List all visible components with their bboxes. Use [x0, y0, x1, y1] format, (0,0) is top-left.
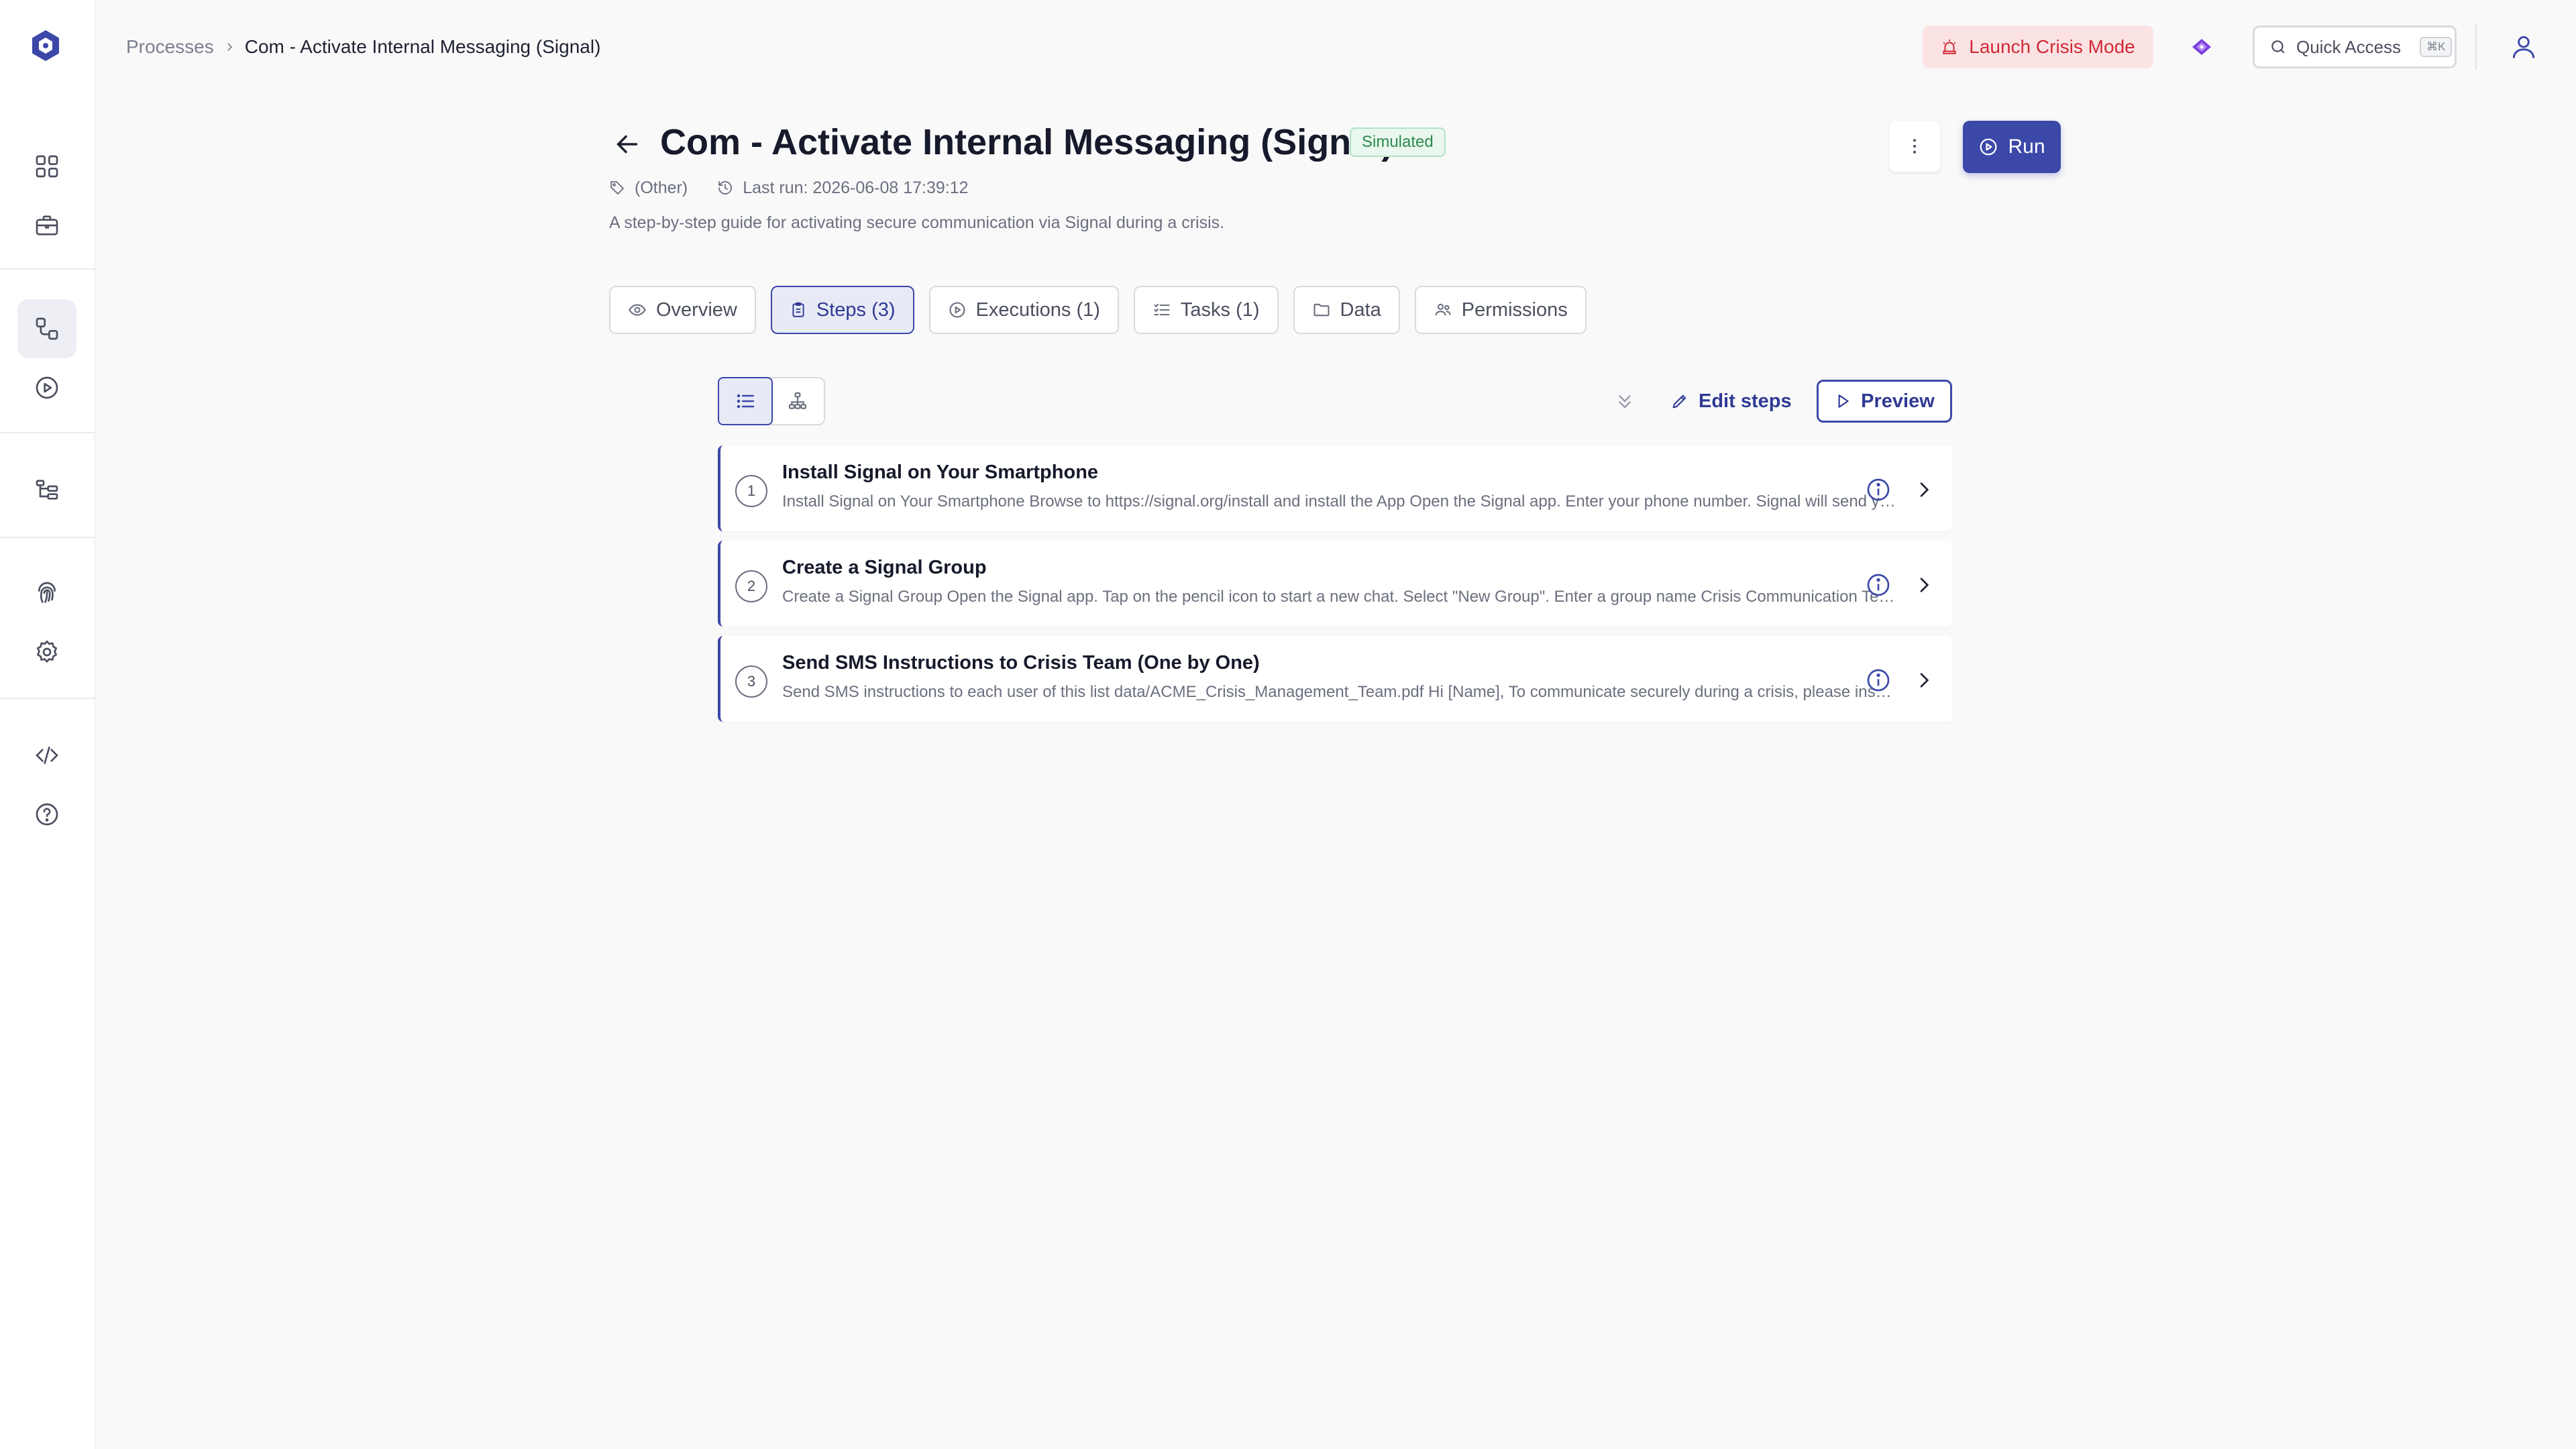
ai-assistant-icon[interactable] [2188, 34, 2215, 60]
step-row[interactable]: 1 Install Signal on Your Smartphone Inst… [718, 445, 1952, 531]
processes-icon[interactable] [17, 299, 76, 358]
tab-data[interactable]: Data [1293, 286, 1400, 334]
tree-icon [788, 392, 807, 409]
tab-label: Tasks (1) [1180, 299, 1260, 321]
breadcrumb: Processes Com - Activate Internal Messag… [126, 34, 600, 60]
tab-label: Overview [656, 299, 737, 321]
tab-label: Permissions [1461, 299, 1568, 321]
step-title: Create a Signal Group [782, 557, 987, 578]
tab-steps[interactable]: Steps (3) [770, 286, 914, 334]
step-number: 1 [735, 475, 767, 507]
chevron-right-icon[interactable] [1913, 479, 1935, 500]
crisis-label: Launch Crisis Mode [1969, 36, 2135, 57]
collapse-all-icon[interactable] [1613, 389, 1637, 413]
step-title: Send SMS Instructions to Crisis Team (On… [782, 652, 1260, 674]
step-description: Create a Signal Group Open the Signal ap… [782, 588, 1896, 606]
step-row[interactable]: 2 Create a Signal Group Create a Signal … [718, 541, 1952, 627]
back-arrow-icon[interactable] [612, 129, 643, 160]
edit-steps-button[interactable]: Edit steps [1670, 388, 1792, 415]
step-row[interactable]: 3 Send SMS Instructions to Crisis Team (… [718, 636, 1952, 722]
sidebar-divider [0, 268, 95, 270]
step-number: 2 [735, 570, 767, 602]
breadcrumb-current: Com - Activate Internal Messaging (Signa… [244, 36, 601, 57]
quick-access-search[interactable]: Quick Access ⌘K [2253, 25, 2457, 68]
clipboard-icon [790, 301, 807, 319]
more-options-button[interactable] [1889, 121, 1940, 172]
sidebar [0, 0, 95, 1449]
step-description: Install Signal on Your Smartphone Browse… [782, 492, 1896, 511]
sidebar-divider [0, 537, 95, 538]
process-meta: (Other) Last run: 2026-06-08 17:39:12 [609, 176, 969, 200]
tab-overview[interactable]: Overview [609, 286, 756, 334]
user-profile-icon[interactable] [2509, 32, 2538, 62]
info-icon[interactable] [1865, 572, 1892, 598]
tab-bar: Overview Steps (3) Executions (1) Tasks … [609, 286, 1587, 334]
preview-label: Preview [1861, 390, 1935, 412]
chevron-right-icon[interactable] [1913, 574, 1935, 596]
tab-label: Executions (1) [975, 299, 1100, 321]
tab-permissions[interactable]: Permissions [1414, 286, 1587, 334]
status-badge: Simulated [1350, 127, 1446, 157]
briefcase-icon[interactable] [17, 196, 76, 255]
shortcut-badge: ⌘K [2420, 37, 2453, 57]
step-number: 3 [735, 665, 767, 698]
chevron-right-icon [223, 41, 235, 53]
code-icon[interactable] [17, 726, 76, 785]
app-logo-icon[interactable] [28, 28, 63, 63]
run-label: Run [2008, 136, 2045, 158]
pencil-icon [1670, 392, 1689, 411]
page-title: Com - Activate Internal Messaging (Signa… [660, 122, 1394, 162]
chevron-right-icon[interactable] [1913, 669, 1935, 691]
list-icon [737, 394, 755, 409]
sidebar-divider [0, 432, 95, 433]
tab-label: Data [1340, 299, 1381, 321]
breadcrumb-processes-link[interactable]: Processes [126, 36, 214, 58]
more-vertical-icon [1913, 139, 1916, 154]
preview-button[interactable]: Preview [1817, 380, 1952, 423]
tag-icon [609, 180, 625, 196]
eye-icon [628, 301, 647, 319]
folder-icon [1312, 301, 1331, 319]
play-circle-icon[interactable] [17, 358, 76, 417]
users-icon [1434, 301, 1452, 319]
gear-icon[interactable] [17, 623, 76, 682]
step-description: Send SMS instructions to each user of th… [782, 683, 1896, 701]
tab-tasks[interactable]: Tasks (1) [1133, 286, 1279, 334]
help-circle-icon[interactable] [17, 785, 76, 844]
list-view-button[interactable] [718, 377, 773, 425]
topbar-divider [2475, 24, 2477, 70]
play-icon [1834, 392, 1851, 410]
launch-crisis-mode-button[interactable]: Launch Crisis Mode [1923, 25, 2153, 68]
search-icon [2269, 38, 2287, 56]
sidebar-divider [0, 698, 95, 699]
view-toggle [718, 377, 825, 425]
info-icon[interactable] [1865, 476, 1892, 503]
history-icon [717, 180, 733, 196]
play-circle-icon [948, 301, 967, 319]
edit-steps-label: Edit steps [1699, 390, 1792, 412]
tab-label: Steps (3) [816, 299, 896, 321]
alarm-icon [1941, 38, 1958, 56]
process-tag: (Other) [635, 178, 688, 197]
checklist-icon [1152, 301, 1171, 319]
step-title: Install Signal on Your Smartphone [782, 462, 1099, 483]
dashboard-grid-icon[interactable] [17, 137, 76, 196]
fingerprint-icon[interactable] [17, 564, 76, 623]
run-button[interactable]: Run [1963, 121, 2061, 173]
info-icon[interactable] [1865, 667, 1892, 694]
hierarchy-icon[interactable] [17, 460, 76, 519]
tree-view-button[interactable] [771, 378, 824, 424]
quick-access-label: Quick Access [2296, 36, 2402, 57]
play-circle-icon [1978, 137, 1998, 157]
tab-executions[interactable]: Executions (1) [928, 286, 1119, 334]
process-description: A step-by-step guide for activating secu… [609, 213, 1225, 232]
last-run: Last run: 2026-06-08 17:39:12 [743, 178, 969, 197]
